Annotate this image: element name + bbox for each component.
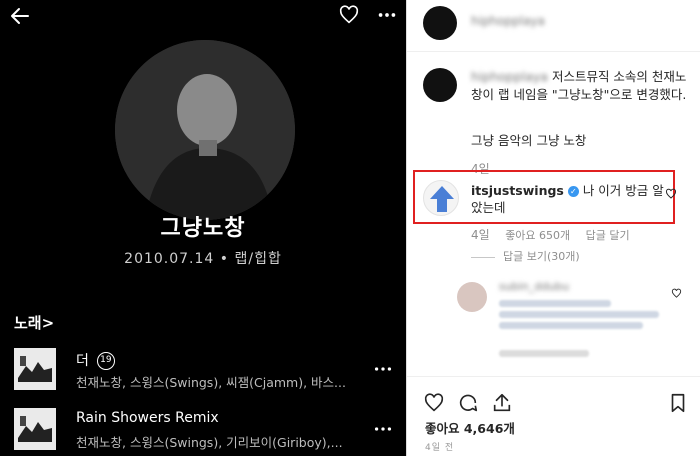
- song-artists: 천재노창, 스윙스(Swings), 씨잼(Cjamm), 바스...: [76, 375, 346, 390]
- swings-avatar[interactable]: [423, 180, 459, 216]
- account-username-blurred[interactable]: hiphopplaya: [471, 14, 545, 28]
- album-thumbnail: [14, 408, 56, 450]
- more-options-icon[interactable]: [376, 4, 398, 26]
- artist-meta: 2010.07.14 • 랩/힙합: [124, 251, 282, 267]
- caption-avatar[interactable]: [423, 68, 457, 102]
- divider: [407, 376, 700, 377]
- bookmark-icon[interactable]: [667, 392, 689, 414]
- songs-section-header[interactable]: 노래>: [14, 312, 54, 333]
- song-more-icon[interactable]: [372, 358, 394, 380]
- total-likes[interactable]: 좋아요 4,646개: [425, 418, 515, 437]
- account-avatar[interactable]: [423, 6, 457, 40]
- share-upload-icon[interactable]: [491, 392, 513, 414]
- reply-text-blurred: [499, 296, 659, 340]
- song-title: 더 19: [76, 350, 115, 370]
- post-caption-line2: 그냥 음악의 그냥 노창: [471, 133, 587, 148]
- view-replies-link[interactable]: 답글 보기(30개): [471, 248, 580, 264]
- song-more-icon[interactable]: [372, 418, 394, 440]
- song-item[interactable]: Rain Showers Remix 천재노창, 스윙스(Swings), 기리…: [0, 408, 406, 456]
- song-item[interactable]: 더 19 천재노창, 스윙스(Swings), 씨잼(Cjamm), 바스...: [0, 348, 406, 396]
- up-arrow-icon: [430, 186, 454, 212]
- explicit-19-badge: 19: [96, 352, 115, 370]
- post-header: hiphopplaya: [407, 0, 700, 52]
- comment-like-icon[interactable]: [665, 188, 677, 200]
- artist-name: 그냥노창: [160, 216, 246, 241]
- reply-like-icon[interactable]: [671, 288, 682, 299]
- like-heart-icon[interactable]: [423, 392, 445, 414]
- comment-timestamp: 4일: [471, 228, 490, 242]
- caption-username-blurred[interactable]: hiphopplaya: [471, 69, 548, 84]
- artist-photo: [115, 40, 295, 220]
- reply-link[interactable]: 답글 달기: [586, 229, 630, 242]
- comment-likes[interactable]: 좋아요 650개: [505, 229, 570, 242]
- post-timestamp: 4일 전: [425, 443, 455, 453]
- verified-badge-icon: ✓: [567, 186, 579, 197]
- heart-icon[interactable]: [338, 4, 360, 26]
- music-artist-panel: 그냥노창 2010.07.14 • 랩/힙합 노래> 더 19 천재노창, 스윙스…: [0, 0, 406, 456]
- comment-meta: 4일 좋아요 650개 답글 달기: [471, 226, 642, 243]
- comment-bubble-icon[interactable]: [457, 392, 479, 414]
- song-title: Rain Showers Remix: [76, 410, 219, 426]
- highlighted-comment: itsjustswings ✓ 나 이거 방금 알았는데: [471, 182, 671, 216]
- album-thumbnail: [14, 348, 56, 390]
- song-artists: 천재노창, 스윙스(Swings), 기리보이(Giriboy),...: [76, 435, 343, 450]
- reply-username-blurred[interactable]: subin_ddubu: [499, 280, 569, 293]
- reply-avatar[interactable]: [457, 282, 487, 312]
- reply-meta-blurred: [499, 350, 589, 357]
- comment-username[interactable]: itsjustswings: [471, 183, 564, 198]
- back-arrow-icon[interactable]: [8, 4, 32, 28]
- post-caption: hiphopplaya 저스트뮤직 소속의 천재노창이 랩 네임을 "그냥노창"…: [471, 69, 687, 102]
- instagram-comments-panel: hiphopplaya hiphopplaya 저스트뮤직 소속의 천재노창이 …: [406, 0, 700, 456]
